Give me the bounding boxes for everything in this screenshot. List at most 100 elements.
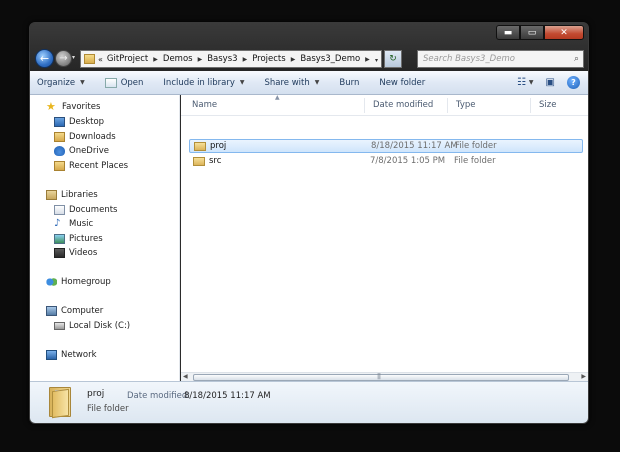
- sidebar-label: Network: [61, 350, 97, 360]
- local-disk-icon: [54, 322, 65, 330]
- column-date-modified[interactable]: Date modified: [373, 100, 433, 110]
- sidebar-item-local-disk[interactable]: Local Disk (C:): [54, 321, 130, 331]
- file-type: File folder: [455, 141, 497, 151]
- libraries-icon: [46, 190, 57, 200]
- sidebar-item-videos[interactable]: Videos: [54, 248, 97, 258]
- homegroup-icon: [46, 277, 57, 287]
- forward-button[interactable]: →: [55, 50, 72, 67]
- breadcrumb-gitproject[interactable]: GitProject: [107, 54, 148, 64]
- search-input[interactable]: Search Basys3_Demo ⌕: [417, 50, 584, 68]
- scroll-left-icon[interactable]: ◀: [183, 373, 188, 380]
- file-name: proj: [210, 141, 227, 151]
- preview-pane-icon[interactable]: ▣: [546, 77, 555, 88]
- sidebar-item-music[interactable]: ♪ Music: [54, 218, 93, 230]
- sidebar-label: Downloads: [69, 132, 116, 142]
- change-view-icon[interactable]: ☷: [517, 77, 526, 88]
- sidebar-computer[interactable]: Computer: [46, 306, 103, 316]
- scroll-right-icon[interactable]: ▶: [581, 373, 586, 380]
- back-button[interactable]: ←: [35, 49, 54, 68]
- pictures-icon: [54, 234, 65, 244]
- explorer-window: ▬ ▭ ✕ ← → ▾ « GitProject ▶ Demos ▶ Basys…: [29, 22, 589, 424]
- videos-icon: [54, 248, 65, 258]
- file-row-proj[interactable]: proj 8/18/2015 11:17 AM File folder: [189, 139, 583, 153]
- open-button[interactable]: Open: [104, 77, 144, 88]
- chevron-down-icon[interactable]: ▾: [375, 57, 378, 64]
- sidebar-item-recent-places[interactable]: Recent Places: [54, 161, 128, 171]
- file-row-src[interactable]: src 7/8/2015 1:05 PM File folder: [189, 154, 583, 168]
- chevron-right-icon[interactable]: ▶: [291, 56, 296, 63]
- command-bar: Organize ▼ Open Include in library ▼ Sha…: [30, 71, 588, 95]
- folder-icon: [84, 54, 95, 64]
- share-with-label: Share with: [264, 77, 310, 88]
- include-in-library-button[interactable]: Include in library ▼: [163, 78, 244, 88]
- navigation-row: ← → ▾ « GitProject ▶ Demos ▶ Basys3 ▶ Pr…: [34, 49, 586, 71]
- forward-arrow-icon: →: [59, 53, 68, 64]
- chevron-right-icon[interactable]: ▶: [365, 56, 370, 63]
- file-date: 8/18/2015 11:17 AM: [371, 141, 458, 151]
- sidebar-item-onedrive[interactable]: OneDrive: [54, 146, 109, 156]
- help-icon[interactable]: ?: [567, 76, 580, 89]
- column-size[interactable]: Size: [539, 100, 556, 110]
- sidebar-favorites[interactable]: ★ Favorites: [46, 100, 101, 113]
- breadcrumb-demos[interactable]: Demos: [163, 54, 193, 64]
- refresh-button[interactable]: ↻: [384, 50, 402, 68]
- sidebar-item-desktop[interactable]: Desktop: [54, 117, 104, 127]
- recent-pages-icon[interactable]: ▾: [72, 54, 75, 61]
- details-date-value: 8/18/2015 11:17 AM: [184, 391, 271, 401]
- sidebar-label: Local Disk (C:): [69, 321, 131, 331]
- search-icon[interactable]: ⌕: [574, 54, 579, 64]
- scrollbar-thumb[interactable]: |||: [193, 373, 569, 381]
- folder-icon: [193, 156, 205, 166]
- file-date: 7/8/2015 1:05 PM: [370, 156, 446, 166]
- sort-ascending-icon: ▲: [275, 94, 280, 101]
- open-label: Open: [120, 77, 144, 88]
- column-divider[interactable]: [364, 98, 365, 113]
- breadcrumb-basys3[interactable]: Basys3: [207, 54, 237, 64]
- chevron-right-icon[interactable]: ▶: [243, 56, 248, 63]
- minimize-button[interactable]: ▬: [496, 25, 520, 40]
- sidebar-item-documents[interactable]: Documents: [54, 205, 117, 215]
- breadcrumb-basys3-demo[interactable]: Basys3_Demo: [300, 54, 360, 64]
- column-divider[interactable]: [447, 98, 448, 113]
- recent-places-icon: [54, 161, 65, 171]
- file-name: src: [209, 156, 222, 166]
- details-pane: proj File folder Date modified: 8/18/201…: [30, 381, 588, 423]
- dropdown-arrow-icon: ▼: [314, 79, 320, 86]
- new-folder-button[interactable]: New folder: [379, 78, 425, 88]
- details-type: File folder: [87, 404, 129, 414]
- music-icon: ♪: [54, 218, 61, 229]
- sidebar-label: Libraries: [61, 190, 98, 200]
- column-type[interactable]: Type: [456, 100, 476, 110]
- folder-large-icon: [49, 387, 71, 419]
- sidebar-label: Homegroup: [61, 277, 111, 287]
- chevron-right-icon[interactable]: ▶: [198, 56, 203, 63]
- address-overflow-icon[interactable]: «: [98, 55, 103, 64]
- burn-button[interactable]: Burn: [339, 78, 359, 88]
- sidebar-item-pictures[interactable]: Pictures: [54, 234, 103, 244]
- share-with-button[interactable]: Share with ▼: [265, 78, 320, 88]
- chevron-right-icon[interactable]: ▶: [153, 56, 158, 63]
- caption-buttons: ▬ ▭ ✕: [496, 25, 584, 40]
- desktop-icon: [54, 117, 65, 127]
- folder-front: [52, 388, 69, 419]
- maximize-button[interactable]: ▭: [520, 25, 544, 40]
- sidebar-label: OneDrive: [69, 146, 109, 156]
- sidebar-network[interactable]: Network: [46, 350, 97, 360]
- column-header: ▲ Name Date modified Type Size: [181, 94, 588, 116]
- dropdown-arrow-icon[interactable]: ▼: [529, 79, 534, 86]
- column-name[interactable]: Name: [192, 100, 217, 110]
- refresh-icon: ↻: [389, 54, 397, 64]
- sidebar-libraries[interactable]: Libraries: [46, 190, 98, 200]
- close-button[interactable]: ✕: [544, 25, 584, 40]
- organize-button[interactable]: Organize ▼: [37, 78, 85, 88]
- breadcrumb-projects[interactable]: Projects: [252, 54, 286, 64]
- column-divider[interactable]: [530, 98, 531, 113]
- sidebar-label: Favorites: [62, 102, 101, 112]
- dropdown-arrow-icon: ▼: [80, 79, 85, 86]
- star-icon: ★: [46, 100, 56, 113]
- new-folder-label: New folder: [379, 77, 426, 88]
- sidebar-item-downloads[interactable]: Downloads: [54, 132, 116, 142]
- sidebar-homegroup[interactable]: Homegroup: [46, 277, 111, 287]
- address-bar[interactable]: « GitProject ▶ Demos ▶ Basys3 ▶ Projects…: [80, 50, 382, 68]
- sidebar-label: Desktop: [69, 117, 105, 127]
